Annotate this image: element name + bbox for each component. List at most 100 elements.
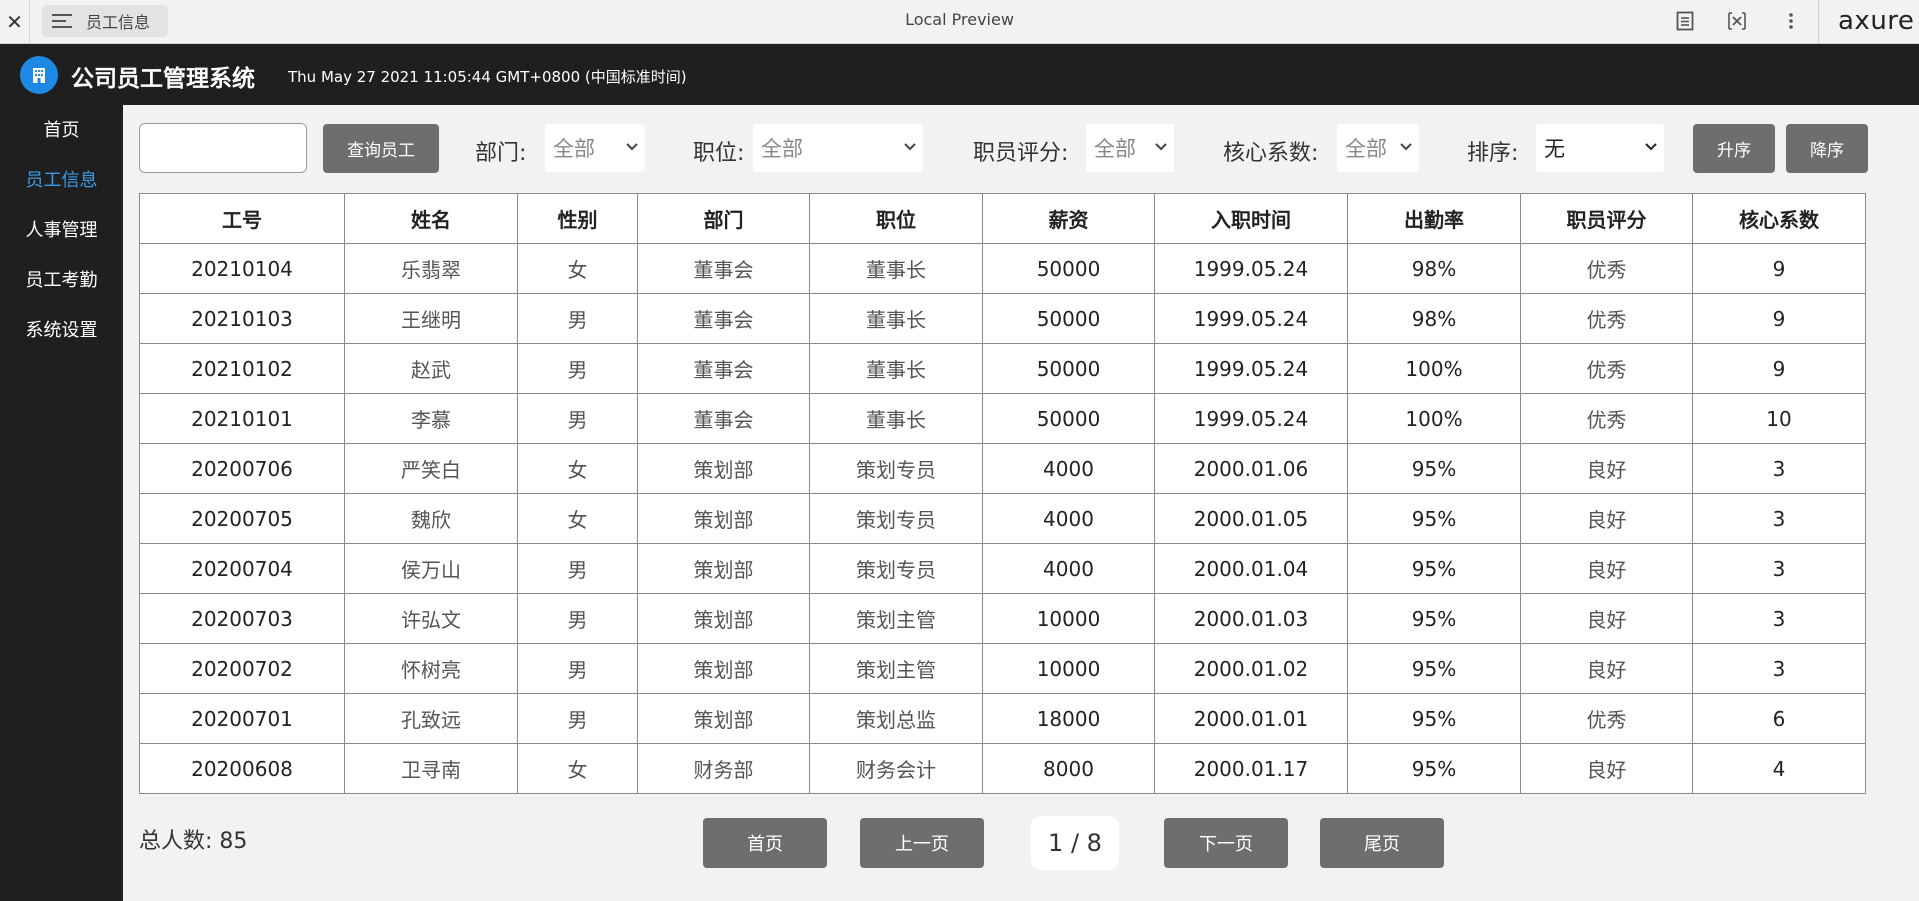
sidebar-item-attendance[interactable]: 员工考勤 [0, 261, 123, 301]
column-header[interactable]: 出勤率 [1347, 193, 1521, 244]
table-cell: 1999.05.24 [1154, 243, 1348, 294]
sidebar-item-home[interactable]: 首页 [0, 111, 123, 151]
search-employee-button[interactable]: 查询员工 [323, 124, 439, 173]
table-cell: 95% [1347, 593, 1521, 644]
table-cell: 6 [1692, 693, 1866, 744]
chevron-down-icon [626, 143, 638, 151]
variables-icon[interactable] [1726, 10, 1748, 32]
table-cell: 18000 [982, 693, 1155, 744]
more-vertical-icon[interactable] [1780, 10, 1802, 32]
column-header[interactable]: 核心系数 [1692, 193, 1866, 244]
table-cell: 98% [1347, 243, 1521, 294]
toolbar-divider [1818, 0, 1819, 44]
table-cell: 95% [1347, 443, 1521, 494]
table-row[interactable]: 20200701 孔致远男策划部 策划总监 18000 2000.01.01 95% 优秀 6 [139, 693, 1866, 744]
chevron-down-icon [1400, 143, 1412, 151]
table-cell: 女 [517, 493, 638, 544]
chevron-down-icon [1645, 143, 1657, 151]
table-body: 20210104 乐翡翠女董事会 董事长 50000 1999.05.24 98% 优秀 9 2… [139, 243, 1866, 794]
table-cell: 良好 [1520, 643, 1693, 694]
table-cell: 卫寻南 [344, 743, 518, 794]
department-label: 部门: [475, 141, 527, 166]
chevron-down-icon [1155, 143, 1167, 151]
search-input[interactable] [139, 123, 307, 173]
table-cell: 2000.01.17 [1154, 743, 1348, 794]
last-page-button[interactable]: 尾页 [1320, 818, 1444, 868]
sort-descending-button[interactable]: 降序 [1786, 124, 1868, 173]
core-factor-select-value: 全部 [1345, 137, 1387, 161]
close-icon[interactable]: ✕ [0, 0, 30, 44]
table-cell: 10000 [982, 593, 1155, 644]
table-cell: 优秀 [1520, 693, 1693, 744]
table-cell: 乐翡翠 [344, 243, 518, 294]
page-selector[interactable]: 员工信息 [42, 5, 168, 37]
table-cell: 95% [1347, 543, 1521, 594]
prev-page-button[interactable]: 上一页 [860, 818, 984, 868]
page-indicator: 1 / 8 [1031, 816, 1119, 870]
sort-ascending-button[interactable]: 升序 [1693, 124, 1775, 173]
table-cell: 20210101 [139, 393, 345, 444]
table-cell: 优秀 [1520, 243, 1693, 294]
column-header[interactable]: 职位 [809, 193, 983, 244]
table-row[interactable]: 20210102 赵武男董事会 董事长 50000 1999.05.24 100% 优秀 9 [139, 343, 1866, 394]
core-factor-label: 核心系数: [1223, 141, 1319, 166]
table-cell: 男 [517, 343, 638, 394]
column-header[interactable]: 入职时间 [1154, 193, 1348, 244]
main-content: 查询员工 部门: 全部 职位: 全部 职员评分: 全部 核心系数: 全部 排序:… [123, 105, 1919, 901]
chevron-down-icon [904, 143, 916, 151]
table-cell: 男 [517, 593, 638, 644]
table-cell: 良好 [1520, 443, 1693, 494]
column-header[interactable]: 工号 [139, 193, 345, 244]
table-cell: 策划主管 [809, 643, 983, 694]
table-row[interactable]: 20210104 乐翡翠女董事会 董事长 50000 1999.05.24 98% 优秀 9 [139, 243, 1866, 294]
sidebar-item-employee-info[interactable]: 员工信息 [0, 161, 123, 201]
sidebar-item-hr-management[interactable]: 人事管理 [0, 211, 123, 251]
table-row[interactable]: 20200705 魏欣女策划部 策划专员 4000 2000.01.05 95% 良好 3 [139, 493, 1866, 544]
table-cell: 3 [1692, 493, 1866, 544]
table-row[interactable]: 20200703 许弘文男策划部 策划主管 10000 2000.01.03 95% 良好 3 [139, 593, 1866, 644]
column-header[interactable]: 薪资 [982, 193, 1155, 244]
column-header[interactable]: 姓名 [344, 193, 518, 244]
table-cell: 男 [517, 393, 638, 444]
first-page-button[interactable]: 首页 [703, 818, 827, 868]
table-row[interactable]: 20200706 严笑白女策划部 策划专员 4000 2000.01.06 95% 良好 3 [139, 443, 1866, 494]
table-cell: 100% [1347, 343, 1521, 394]
table-cell: 优秀 [1520, 393, 1693, 444]
table-cell: 10 [1692, 393, 1866, 444]
sort-select[interactable]: 无 [1536, 124, 1664, 172]
department-select[interactable]: 全部 [545, 124, 645, 172]
core-factor-select[interactable]: 全部 [1337, 124, 1419, 172]
rating-select[interactable]: 全部 [1086, 124, 1174, 172]
table-row[interactable]: 20210103 王继明男董事会 董事长 50000 1999.05.24 98% 优秀 9 [139, 293, 1866, 344]
column-header[interactable]: 性别 [517, 193, 638, 244]
table-cell: 良好 [1520, 543, 1693, 594]
position-select[interactable]: 全部 [753, 124, 923, 172]
table-cell: 4000 [982, 543, 1155, 594]
notes-icon[interactable] [1674, 10, 1696, 32]
column-header[interactable]: 职员评分 [1520, 193, 1693, 244]
table-row[interactable]: 20200608 卫寻南女财务部 财务会计 8000 2000.01.17 95% 良好 4 [139, 743, 1866, 794]
table-row[interactable]: 20200702 怀树亮男策划部 策划主管 10000 2000.01.02 95% 良好 3 [139, 643, 1866, 694]
table-cell: 50000 [982, 343, 1155, 394]
table-cell: 优秀 [1520, 343, 1693, 394]
table-cell: 财务会计 [809, 743, 983, 794]
table-cell: 李慕 [344, 393, 518, 444]
column-header[interactable]: 部门 [637, 193, 810, 244]
table-cell: 策划部 [637, 693, 810, 744]
table-cell: 95% [1347, 693, 1521, 744]
table-cell: 4 [1692, 743, 1866, 794]
axure-logo: axure [1838, 6, 1915, 36]
table-cell: 王继明 [344, 293, 518, 344]
table-row[interactable]: 20200704 侯万山男策划部 策划专员 4000 2000.01.04 95% 良好 3 [139, 543, 1866, 594]
table-cell: 2000.01.06 [1154, 443, 1348, 494]
table-cell: 95% [1347, 643, 1521, 694]
table-cell: 9 [1692, 243, 1866, 294]
table-cell: 3 [1692, 593, 1866, 644]
table-row[interactable]: 20210101 李慕男董事会 董事长 50000 1999.05.24 100% 优秀 10 [139, 393, 1866, 444]
table-header-row: 工号 姓名 性别 部门 职位 薪资 入职时间 出勤率 职员评分 核心系数 [139, 193, 1866, 244]
table-cell: 良好 [1520, 743, 1693, 794]
sidebar-item-settings[interactable]: 系统设置 [0, 311, 123, 351]
table-cell: 20200701 [139, 693, 345, 744]
table-cell: 8000 [982, 743, 1155, 794]
next-page-button[interactable]: 下一页 [1164, 818, 1288, 868]
